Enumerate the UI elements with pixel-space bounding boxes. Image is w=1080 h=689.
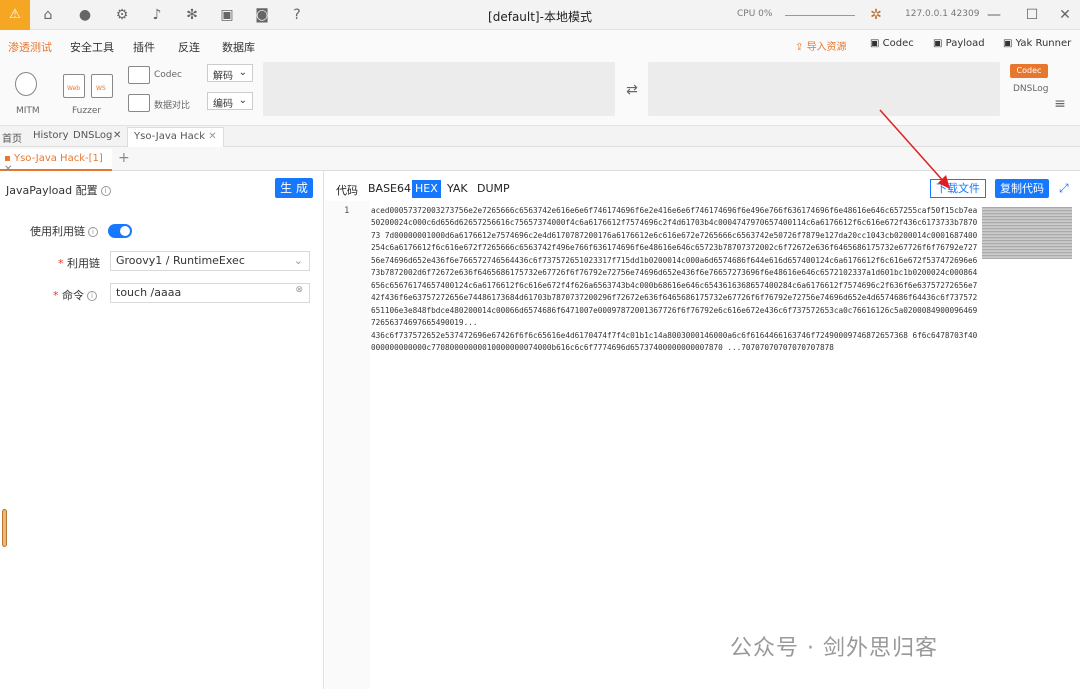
clear-icon[interactable]: ⊗ bbox=[295, 285, 303, 295]
codec-tool-icon[interactable] bbox=[128, 66, 150, 84]
info-icon: i bbox=[87, 291, 97, 301]
fuzzer-label: Fuzzer bbox=[72, 106, 102, 116]
chevron-down-icon: ⌄ bbox=[238, 95, 247, 106]
codec-tag[interactable]: Codec bbox=[1010, 64, 1048, 78]
config-title-text: JavaPayload 配置 bbox=[6, 184, 98, 197]
close-icon[interactable]: ✕ bbox=[208, 131, 216, 142]
decode-label: 解码 bbox=[213, 71, 233, 82]
dnslog-label[interactable]: DNSLog bbox=[1013, 84, 1048, 94]
encode-dropdown[interactable]: 编码 ⌄ bbox=[207, 92, 253, 110]
ws-tag: WS bbox=[96, 85, 106, 92]
chain-label: * 利用链 bbox=[58, 255, 100, 271]
codec-icon: ▣ bbox=[870, 38, 883, 49]
line-gutter: 1 bbox=[325, 201, 370, 689]
tab-dnslog-close[interactable]: ✕ bbox=[113, 130, 121, 141]
line-number: 1 bbox=[344, 206, 350, 216]
required-mark: * bbox=[58, 257, 67, 270]
resize-handle[interactable] bbox=[2, 509, 7, 547]
title-bar: ⚠ ⌂ ● ⚙ ♪ ✻ ▣ ◙ ? [default]-本地模式 CPU 0% … bbox=[0, 0, 1080, 30]
codec-tool-label[interactable]: Codec bbox=[154, 70, 182, 80]
tab-yso-java-hack-1[interactable]: ▪ Yso-Java Hack-[1] ✕ bbox=[0, 149, 112, 175]
chevron-down-icon: ⌄ bbox=[238, 67, 247, 78]
chevron-down-icon: ⌄ bbox=[293, 254, 303, 267]
gear-status-icon[interactable]: ✲ bbox=[866, 5, 886, 25]
subtab-label: Yso-Java Hack-[1] bbox=[13, 153, 103, 164]
use-chain-label: 使用利用链 i bbox=[30, 223, 98, 239]
menu-database[interactable]: 数据库 bbox=[222, 39, 255, 55]
menu-pentest[interactable]: 渗透测试 bbox=[8, 39, 52, 55]
sort-icon[interactable]: ≡ bbox=[1050, 94, 1070, 114]
menu-plugins[interactable]: 插件 bbox=[133, 39, 155, 55]
maximize-icon[interactable]: ☐ bbox=[1022, 5, 1042, 25]
cpu-graph bbox=[785, 15, 855, 16]
compare-tool-label[interactable]: 数据对比 bbox=[154, 98, 190, 111]
menu-reverse[interactable]: 反连 bbox=[178, 39, 200, 55]
tab-yso-java-hack[interactable]: Yso-Java Hack ✕ bbox=[127, 127, 224, 147]
chain-select[interactable]: Groovy1 / RuntimeExec ⌄ bbox=[110, 251, 310, 271]
payload-label: Payload bbox=[945, 38, 985, 49]
config-title: JavaPayload 配置 i bbox=[6, 182, 111, 198]
encode-label: 编码 bbox=[213, 99, 233, 110]
swap-icon[interactable]: ⇄ bbox=[622, 80, 642, 100]
import-icon: ⇪ bbox=[795, 42, 807, 53]
tab-yso-label: Yso-Java Hack bbox=[134, 131, 206, 142]
code-minimap[interactable] bbox=[982, 207, 1072, 259]
generate-button[interactable]: 生 成 bbox=[275, 178, 313, 198]
menu-security-tools[interactable]: 安全工具 bbox=[70, 39, 114, 55]
codec-input-pane[interactable] bbox=[263, 62, 615, 116]
format-base64[interactable]: BASE64 bbox=[365, 180, 414, 198]
format-hex[interactable]: HEX bbox=[412, 180, 441, 198]
chain-value: Groovy1 / RuntimeExec bbox=[116, 254, 245, 267]
format-yak[interactable]: YAK bbox=[444, 180, 471, 198]
yak-runner-label: Yak Runner bbox=[1015, 38, 1072, 49]
command-input[interactable]: touch /aaaa ⊗ bbox=[110, 283, 310, 303]
code-panel: 代码 BASE64 HEX YAK DUMP 下载文件 复制代码 ⤢ 1 ace… bbox=[325, 171, 1080, 689]
watermark: 公众号 · 剑外思归客 bbox=[730, 636, 938, 661]
web-tag: Web bbox=[67, 85, 81, 92]
hex-code-content[interactable]: aced00057372003273756e2e7265666c6563742e… bbox=[371, 205, 979, 354]
command-label: * 命令 i bbox=[53, 287, 97, 303]
web-fuzzer-icon[interactable]: Web bbox=[63, 74, 85, 98]
decode-dropdown[interactable]: 解码 ⌄ bbox=[207, 64, 253, 82]
mitm-label: MITM bbox=[16, 106, 40, 116]
yak-runner-button[interactable]: ▣ Yak Runner bbox=[1003, 38, 1071, 49]
command-value: touch /aaaa bbox=[116, 286, 182, 299]
fullscreen-icon[interactable]: ⤢ bbox=[1059, 181, 1069, 196]
engine-address: 127.0.0.1 42309 bbox=[905, 9, 980, 19]
import-resources-button[interactable]: ⇪ 导入资源 bbox=[795, 38, 847, 53]
compare-tool-icon[interactable] bbox=[128, 94, 150, 112]
tab-history[interactable]: History bbox=[33, 130, 69, 141]
mitm-icon[interactable] bbox=[15, 72, 37, 96]
copy-code-button[interactable]: 复制代码 bbox=[995, 179, 1049, 198]
tab-home[interactable]: 首页 bbox=[2, 130, 22, 145]
info-icon: i bbox=[88, 227, 98, 237]
payload-icon: ▣ bbox=[933, 38, 946, 49]
import-label: 导入资源 bbox=[806, 42, 847, 53]
add-tab-icon[interactable]: + bbox=[118, 150, 130, 166]
file-icon: ▪ bbox=[4, 153, 14, 164]
annotation-arrow bbox=[879, 109, 950, 189]
required-mark: * bbox=[53, 289, 62, 302]
yak-icon: ▣ bbox=[1003, 38, 1016, 49]
payload-button[interactable]: ▣ Payload bbox=[933, 38, 985, 49]
menu-bar: 渗透测试 安全工具 插件 反连 数据库 ⇪ 导入资源 ▣ Codec ▣ Pay… bbox=[0, 30, 1080, 60]
format-dump[interactable]: DUMP bbox=[474, 180, 513, 198]
tab-dnslog[interactable]: DNSLog bbox=[73, 130, 112, 141]
codec-label: Codec bbox=[882, 38, 914, 49]
chain-label-text: 利用链 bbox=[67, 257, 100, 270]
cpu-usage: CPU 0% bbox=[737, 9, 773, 19]
use-chain-toggle[interactable] bbox=[108, 224, 132, 238]
info-icon: i bbox=[100, 186, 111, 196]
codec-button[interactable]: ▣ Codec bbox=[870, 38, 914, 49]
close-icon[interactable]: ✕ bbox=[1055, 5, 1075, 25]
command-label-text: 命令 bbox=[62, 289, 84, 302]
ws-fuzzer-icon[interactable]: WS bbox=[91, 74, 113, 98]
use-chain-text: 使用利用链 bbox=[30, 225, 85, 238]
config-panel: JavaPayload 配置 i 生 成 使用利用链 i * 利用链 Groovy1… bbox=[0, 171, 324, 689]
minimize-icon[interactable]: — bbox=[984, 5, 1004, 25]
code-label: 代码 bbox=[336, 184, 358, 197]
